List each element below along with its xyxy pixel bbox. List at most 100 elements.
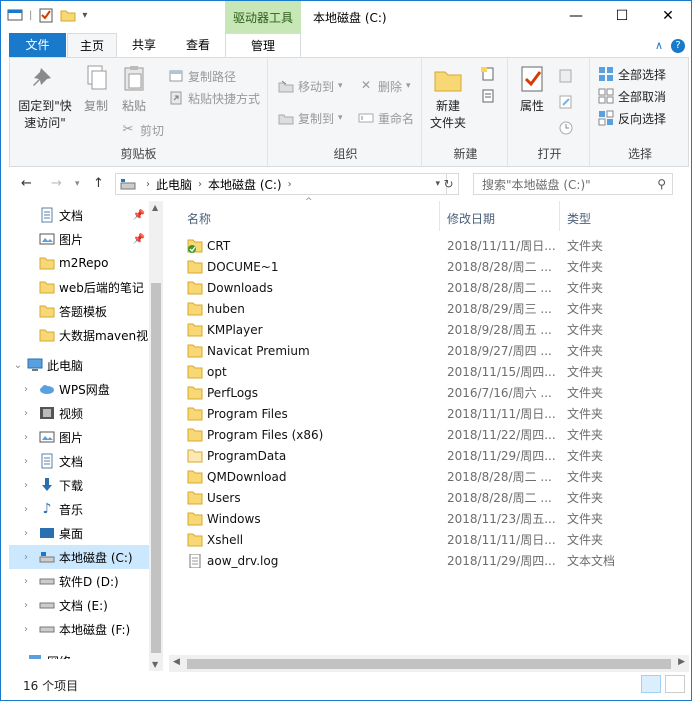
pin-quick-access-button[interactable]: 固定到"快 速访问" bbox=[14, 64, 76, 132]
easy-access-icon[interactable] bbox=[480, 88, 496, 104]
table-row[interactable]: DOCUME~1 2018/8/28/周二 ... 文件夹 bbox=[169, 256, 629, 277]
history-icon[interactable] bbox=[558, 120, 574, 136]
forward-arrow-icon[interactable]: → bbox=[51, 176, 62, 191]
chevron-right-icon[interactable]: › bbox=[19, 504, 33, 515]
table-row[interactable]: PerfLogs 2016/7/16/周六 ... 文件夹 bbox=[169, 382, 629, 403]
table-row[interactable]: Windows 2018/11/23/周五... 文件夹 bbox=[169, 508, 629, 529]
tab-manage[interactable]: 管理 bbox=[225, 33, 301, 58]
table-row[interactable]: Downloads 2018/8/28/周二 ... 文件夹 bbox=[169, 277, 629, 298]
nav-item-drive-d[interactable]: › 软件D (D:) bbox=[9, 569, 149, 593]
table-row[interactable]: CRT 2018/11/11/周日... 文件夹 bbox=[169, 235, 629, 256]
table-row[interactable]: Navicat Premium 2018/9/27/周四 ... 文件夹 bbox=[169, 340, 629, 361]
chevron-right-icon[interactable]: › bbox=[19, 384, 33, 395]
nav-item-m2repo[interactable]: m2Repo bbox=[9, 251, 149, 275]
nav-item-bigdata-maven[interactable]: 大数据maven视 bbox=[9, 323, 149, 347]
chevron-right-icon[interactable]: › bbox=[19, 432, 33, 443]
nav-item-quick-documents[interactable]: 文档 📌 bbox=[9, 203, 149, 227]
table-row[interactable]: KMPlayer 2018/9/28/周五 ... 文件夹 bbox=[169, 319, 629, 340]
table-row[interactable]: Users 2018/8/28/周二 ... 文件夹 bbox=[169, 487, 629, 508]
nav-item-downloads[interactable]: › 下载 bbox=[9, 473, 149, 497]
details-view-icon[interactable] bbox=[641, 675, 661, 693]
scroll-down-icon[interactable]: ▼ bbox=[152, 660, 158, 669]
properties-qat-icon[interactable] bbox=[38, 7, 54, 23]
qat-dropdown-icon[interactable]: ▾ bbox=[82, 10, 87, 21]
paste-button[interactable]: 粘贴 bbox=[116, 64, 152, 115]
column-divider[interactable] bbox=[559, 201, 560, 231]
open-icon[interactable] bbox=[558, 68, 574, 84]
select-all-button[interactable]: 全部选择 bbox=[598, 64, 666, 84]
chevron-right-icon[interactable]: › bbox=[19, 408, 33, 419]
nav-item-desktop[interactable]: › 桌面 bbox=[9, 521, 149, 545]
nav-item-network[interactable]: › 网络 bbox=[9, 649, 149, 659]
scroll-left-icon[interactable]: ◀ bbox=[173, 657, 180, 667]
table-row[interactable]: QMDownload 2018/8/28/周二 ... 文件夹 bbox=[169, 466, 629, 487]
chevron-right-icon[interactable]: › bbox=[19, 552, 33, 563]
select-none-button[interactable]: 全部取消 bbox=[598, 86, 666, 106]
invert-selection-button[interactable]: 反向选择 bbox=[598, 108, 666, 128]
column-divider[interactable] bbox=[439, 201, 440, 231]
scroll-right-icon[interactable]: ▶ bbox=[678, 657, 685, 667]
table-row[interactable]: Program Files 2018/11/11/周日... 文件夹 bbox=[169, 403, 629, 424]
copy-to-button[interactable]: 复制到 ▾ bbox=[278, 108, 343, 128]
chevron-right-icon[interactable]: › bbox=[19, 624, 33, 635]
chevron-right-icon[interactable]: › bbox=[19, 576, 33, 587]
tab-view[interactable]: 查看 bbox=[173, 33, 223, 58]
nav-item-documents[interactable]: › 文档 bbox=[9, 449, 149, 473]
table-row[interactable]: Program Files (x86) 2018/11/22/周四... 文件夹 bbox=[169, 424, 629, 445]
nav-item-videos[interactable]: › 视频 bbox=[9, 401, 149, 425]
column-header-name[interactable]: 名称 bbox=[187, 207, 211, 231]
nav-pane-scroll-thumb[interactable] bbox=[151, 283, 161, 653]
table-row[interactable]: Xshell 2018/11/11/周日... 文件夹 bbox=[169, 529, 629, 550]
copy-button[interactable]: 复制 bbox=[78, 64, 114, 115]
edit-icon[interactable] bbox=[558, 94, 574, 110]
table-row[interactable]: aow_drv.log 2018/11/29/周四... 文本文档 bbox=[169, 550, 629, 571]
rename-button[interactable]: 重命名 bbox=[358, 108, 414, 128]
close-button[interactable]: ✕ bbox=[645, 1, 691, 31]
new-item-icon[interactable] bbox=[480, 66, 496, 82]
table-row[interactable]: ProgramData 2018/11/29/周四... 文件夹 bbox=[169, 445, 629, 466]
cut-button[interactable]: ✂ 剪切 bbox=[120, 120, 164, 140]
breadcrumb-this-pc[interactable]: 此电脑 bbox=[156, 176, 192, 193]
new-folder-qat-icon[interactable] bbox=[60, 7, 76, 23]
up-arrow-icon[interactable]: ↑ bbox=[93, 176, 104, 191]
tab-home[interactable]: 主页 bbox=[67, 33, 117, 58]
column-header-date[interactable]: 修改日期 bbox=[447, 207, 495, 231]
address-bar[interactable]: › 此电脑 › 本地磁盘 (C:) › ▾ bbox=[115, 173, 447, 195]
nav-item-drive-e[interactable]: › 文档 (E:) bbox=[9, 593, 149, 617]
nav-item-answer-templates[interactable]: 答题模板 bbox=[9, 299, 149, 323]
move-to-button[interactable]: 移动到 ▾ bbox=[278, 76, 343, 96]
chevron-right-icon[interactable]: › bbox=[19, 528, 33, 539]
column-header-type[interactable]: 类型 bbox=[567, 207, 591, 231]
copy-path-button[interactable]: 复制路径 bbox=[168, 66, 236, 86]
nav-item-wps-cloud[interactable]: › WPS网盘 bbox=[9, 377, 149, 401]
breadcrumb-drive-c[interactable]: 本地磁盘 (C:) bbox=[208, 176, 282, 193]
new-folder-button[interactable]: 新建 文件夹 bbox=[426, 64, 470, 132]
nav-item-music[interactable]: › ♪ 音乐 bbox=[9, 497, 149, 521]
maximize-button[interactable]: ☐ bbox=[599, 1, 645, 31]
recent-dropdown-icon[interactable]: ▾ bbox=[75, 179, 80, 189]
paste-shortcut-button[interactable]: 粘贴快捷方式 bbox=[168, 88, 260, 108]
tab-share[interactable]: 共享 bbox=[119, 33, 169, 58]
refresh-button[interactable]: ↻ bbox=[439, 173, 459, 195]
table-row[interactable]: huben 2018/8/29/周三 ... 文件夹 bbox=[169, 298, 629, 319]
nav-item-pictures[interactable]: › 图片 bbox=[9, 425, 149, 449]
chevron-right-icon[interactable]: › bbox=[11, 656, 25, 660]
file-list-scroll-thumb[interactable] bbox=[187, 659, 671, 669]
chevron-right-icon[interactable]: › bbox=[19, 480, 33, 491]
large-icons-view-icon[interactable] bbox=[665, 675, 685, 693]
minimize-button[interactable]: — bbox=[553, 1, 599, 31]
nav-item-this-pc[interactable]: ⌄ 此电脑 bbox=[9, 353, 149, 377]
nav-item-web-notes[interactable]: web后端的笔记 bbox=[9, 275, 149, 299]
explorer-app-icon[interactable] bbox=[7, 7, 23, 23]
chevron-right-icon[interactable]: › bbox=[19, 456, 33, 467]
collapse-ribbon-icon[interactable]: ∧ bbox=[655, 39, 663, 53]
scroll-up-icon[interactable]: ▲ bbox=[152, 203, 158, 212]
delete-button[interactable]: ✕ 删除 ▾ bbox=[358, 76, 411, 96]
back-arrow-icon[interactable]: ← bbox=[21, 176, 32, 191]
help-icon[interactable]: ? bbox=[671, 39, 685, 53]
chevron-down-icon[interactable]: ⌄ bbox=[11, 360, 25, 371]
nav-item-drive-c[interactable]: › 本地磁盘 (C:) bbox=[9, 545, 149, 569]
nav-item-quick-pictures[interactable]: 图片 📌 bbox=[9, 227, 149, 251]
nav-item-drive-f[interactable]: › 本地磁盘 (F:) bbox=[9, 617, 149, 641]
properties-button[interactable]: 属性 bbox=[514, 64, 550, 115]
